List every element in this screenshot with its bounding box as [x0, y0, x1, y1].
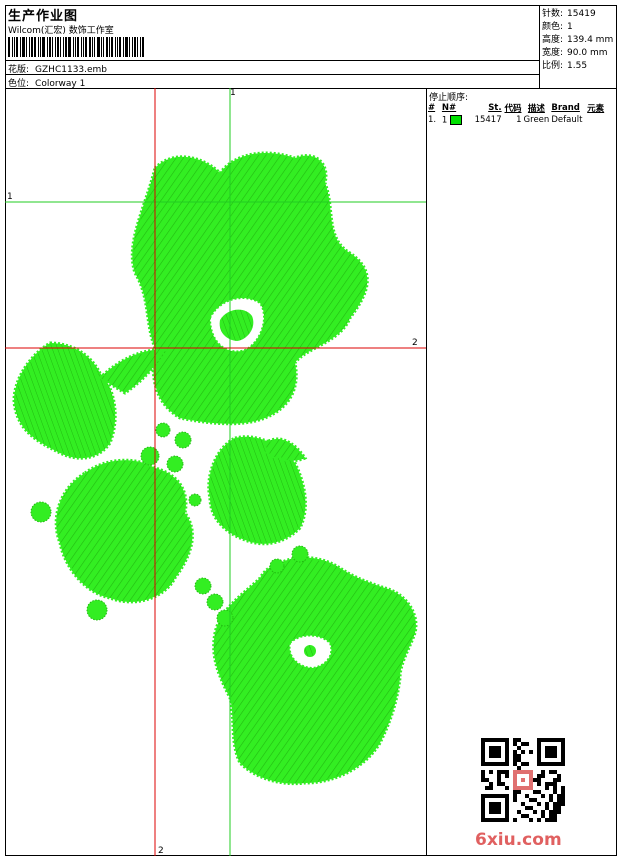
guide-label-horizontal-red: 2 — [412, 338, 418, 348]
header-panel: 生产作业图 Wilcom(汇宏) 数饰工作室 花版: GZHC1133.emb 色… — [5, 5, 540, 89]
color-swatch — [450, 114, 463, 125]
watermark-logo: 6xiu.com — [475, 830, 562, 850]
left-bud — [12, 341, 168, 460]
page-title: 生产作业图 — [8, 9, 79, 24]
design-canvas: 1 1 2 2 — [5, 88, 427, 856]
stat-colors: 颜色: 1 — [542, 22, 573, 32]
guide-label-vertical-green: 1 — [230, 88, 236, 98]
upper-flower — [130, 151, 369, 426]
header-divider-2 — [5, 74, 540, 75]
qr-code — [481, 738, 565, 822]
table-header: # N# St. 代码 描述 Brand 元素 — [428, 103, 605, 114]
middle-right-bud — [207, 435, 308, 546]
lower-flower — [212, 556, 418, 786]
middle-left-flower — [54, 458, 194, 604]
barcode — [8, 37, 155, 57]
stat-width: 宽度: 90.0 mm — [542, 48, 608, 58]
guide-label-horizontal-green: 1 — [7, 192, 13, 202]
stats-panel: 针数: 15419 颜色: 1 高度: 139.4 mm 宽度: 90.0 mm 比例:… — [540, 5, 617, 89]
table-row: 1. 1 15417 1 Green Default — [428, 114, 583, 126]
header-divider — [5, 60, 540, 61]
guide-label-vertical-red: 2 — [158, 846, 164, 856]
stat-stitches: 针数: 15419 — [542, 9, 596, 19]
stop-sequence-panel: 停止顺序: # N# St. 代码 描述 Brand 元素 1. 1 15417… — [427, 88, 617, 856]
stop-sequence-table: # N# St. 代码 描述 Brand 元素 1. 1 15417 1 Gre… — [427, 102, 617, 126]
stat-height: 高度: 139.4 mm — [542, 35, 614, 45]
studio-subtitle: Wilcom(汇宏) 数饰工作室 — [8, 26, 114, 36]
embroidery-design — [5, 88, 426, 856]
stat-scale: 比例: 1.55 — [542, 61, 588, 71]
